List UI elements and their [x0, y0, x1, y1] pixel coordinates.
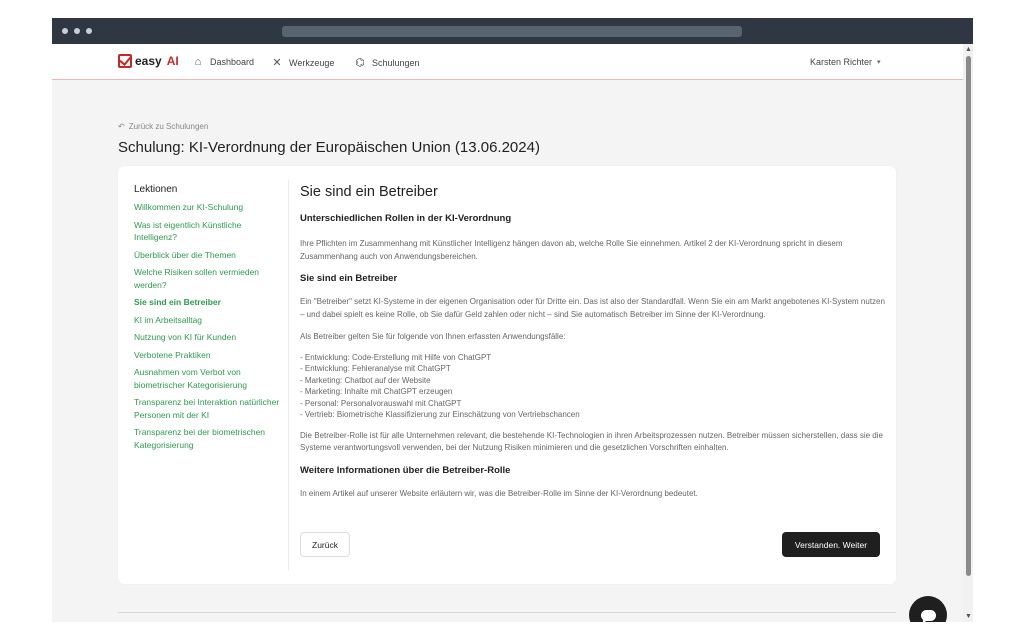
list-item: - Entwicklung: Code-Erstellung mit Hilfe… — [300, 352, 492, 362]
logo-text: easy — [135, 54, 162, 68]
lesson-content: Sie sind ein Betreiber Unterschiedlichen… — [300, 184, 886, 510]
window-dot-icon[interactable] — [74, 28, 80, 34]
lesson-link[interactable]: Verbotene Praktiken — [134, 349, 284, 362]
lesson-heading: Sie sind ein Betreiber — [300, 184, 438, 200]
nav-item-label: Dashboard — [210, 57, 255, 67]
nav-item-label: Schulungen — [372, 57, 420, 68]
back-link-label: Zurück zu Schulungen — [128, 122, 209, 131]
scrollbar-thumb[interactable] — [966, 56, 971, 576]
user-name: Karsten Richter — [810, 57, 873, 67]
address-bar[interactable] — [282, 26, 742, 37]
home-icon: ⌂ — [194, 56, 202, 68]
scrollbar[interactable]: ▲ ▼ — [963, 44, 973, 622]
footer-divider — [118, 612, 896, 613]
scroll-up-icon[interactable]: ▲ — [965, 46, 972, 53]
lesson-link[interactable]: Welche Risiken sollen vermieden werden? — [134, 266, 284, 291]
window-dot-icon[interactable] — [86, 28, 92, 34]
browser-window: easy AI ⌂ Dashboard ✕ Werkzeuge ⌬ Schulu… — [52, 18, 973, 622]
section-title: Unterschiedlichen Rollen in der KI-Veror… — [300, 213, 512, 224]
window-dot-icon[interactable] — [62, 28, 68, 34]
section-title: Weitere Informationen über die Betreiber… — [300, 464, 511, 476]
checkbox-logo-icon — [118, 54, 132, 68]
tools-icon: ✕ — [272, 57, 282, 69]
list-item: - Marketing: Chatbot auf der Website — [300, 375, 431, 385]
nav-item-label: Werkzeuge — [289, 57, 335, 68]
lesson-link[interactable]: Nutzung von KI für Kunden — [134, 331, 284, 344]
lesson-link[interactable]: KI im Arbeitsalltag — [134, 314, 284, 327]
lesson-link[interactable]: Willkommen zur KI-Schulung — [134, 201, 284, 214]
list-item: - Marketing: Inhalte mit ChatGPT erzeuge… — [300, 387, 453, 396]
page-viewport: easy AI ⌂ Dashboard ✕ Werkzeuge ⌬ Schulu… — [52, 44, 963, 622]
section-title: Sie sind ein Betreiber — [300, 273, 398, 284]
scroll-down-icon[interactable]: ▼ — [965, 613, 972, 620]
lesson-card: Lektionen Willkommen zur KI-Schulung Was… — [118, 166, 896, 584]
lesson-link[interactable]: Was ist eigentlich Künstliche Intelligen… — [134, 219, 284, 244]
graduation-cap-icon: ⌬ — [355, 57, 365, 69]
paragraph: Ihre Pflichten im Zusammenhang mit Künst… — [300, 239, 843, 261]
paragraph: Die Betreiber-Rolle ist für alle Unterne… — [300, 430, 883, 453]
chat-button[interactable] — [909, 596, 947, 622]
sidebar-divider — [288, 180, 289, 570]
back-to-trainings-link[interactable]: ↶ Zurück zu Schulungen — [118, 122, 208, 131]
next-button[interactable]: Verstanden. Weiter — [782, 532, 880, 557]
lesson-link-active[interactable]: Sie sind ein Betreiber — [134, 296, 284, 309]
top-navigation: easy AI ⌂ Dashboard ✕ Werkzeuge ⌬ Schulu… — [52, 44, 963, 80]
lesson-link[interactable]: Transparenz bei Interaktion natürlicher … — [134, 396, 284, 421]
paragraph: In einem Artikel auf unserer Website erl… — [300, 488, 698, 498]
sidebar-title: Lektionen — [134, 184, 178, 195]
logo-ai-text: AI — [166, 54, 179, 68]
page-title: Schulung: KI-Verordnung der Europäischen… — [118, 139, 540, 156]
back-button[interactable]: Zurück — [300, 532, 350, 557]
list-item: - Entwicklung: Fehleranalyse mit ChatGPT — [300, 364, 451, 373]
list-item: - Personal: Personalvorauswahl mit ChatG… — [300, 398, 462, 408]
paragraph: Ein "Betreiber" setzt KI-Systeme in der … — [300, 297, 885, 319]
nav-item-schulungen[interactable]: ⌬ Schulungen — [354, 56, 420, 69]
paragraph: Als Betreiber gelten Sie für folgende vo… — [300, 332, 566, 341]
chevron-down-icon: ▾ — [877, 59, 881, 66]
user-menu[interactable]: Karsten Richter ▾ — [810, 57, 881, 67]
lessons-sidebar: Lektionen Willkommen zur KI-Schulung Was… — [134, 184, 284, 456]
back-arrow-icon: ↶ — [118, 122, 125, 131]
chat-bubble-icon — [920, 609, 936, 622]
lesson-link[interactable]: Transparenz bei der biometrischen Katego… — [134, 426, 284, 451]
lesson-link[interactable]: Überblick über die Themen — [134, 249, 284, 262]
browser-chrome — [52, 18, 973, 44]
nav-item-dashboard[interactable]: ⌂ Dashboard — [192, 56, 254, 68]
use-case-list: - Entwicklung: Code-Erstellung mit Hilfe… — [300, 352, 886, 421]
logo[interactable]: easy AI — [118, 54, 179, 68]
list-item: - Vertrieb: Biometrische Klassifizierung… — [300, 410, 580, 419]
nav-item-werkzeuge[interactable]: ✕ Werkzeuge — [271, 56, 334, 69]
lesson-link[interactable]: Ausnahmen vom Verbot von biometrischer K… — [134, 366, 284, 391]
